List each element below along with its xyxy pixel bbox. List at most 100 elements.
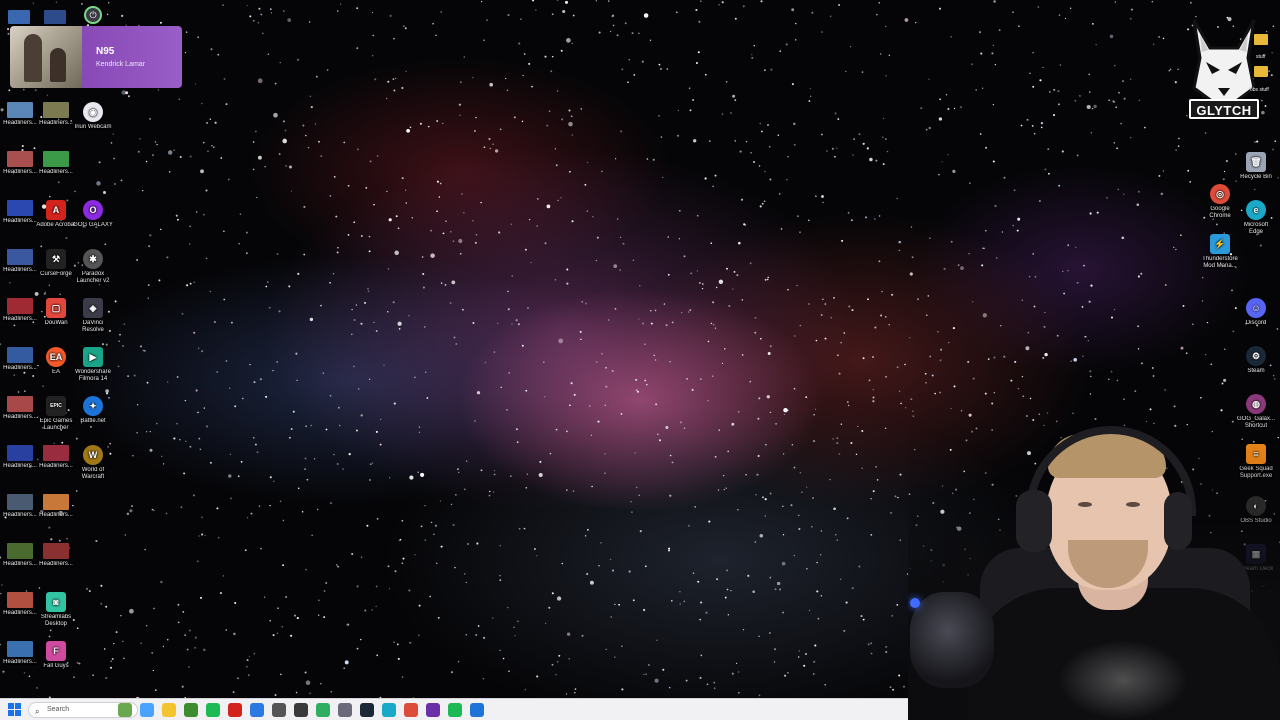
desktop-icon-label: Headliners... [3, 267, 37, 273]
power-icon[interactable]: ⏻ [84, 6, 102, 24]
desktop-icon-headliners[interactable]: Headliners... [0, 494, 40, 519]
desktop-icon-douwan[interactable]: ▢ DouWan [36, 298, 76, 327]
desktop-icon-headliners[interactable]: Headliners... [36, 102, 76, 127]
desktop-icon-headliners[interactable]: Headliners... [0, 200, 40, 225]
headliners-icon [7, 200, 33, 216]
folder-icon[interactable] [1254, 34, 1268, 45]
headliners-icon [7, 396, 33, 412]
desktop-icon-headliners[interactable]: Headliners... [0, 396, 40, 421]
desktop-icon-google-chrome[interactable]: ◎ Google Chrome [1200, 184, 1240, 220]
desktop-icon-gog-galaxy[interactable]: O GOG GALAXY [73, 200, 113, 229]
desktop-icon-streamlabs-desktop[interactable]: ◙ Streamlabs Desktop [36, 592, 76, 628]
desktop-icon-headliners[interactable]: Headliners... [36, 494, 76, 519]
desktop-icon-discord[interactable]: ☺ Discord [1236, 298, 1276, 327]
desktop-icon-headliners[interactable]: Headliners... [36, 445, 76, 470]
desktop-icon-thunderstore-mod-mana[interactable]: ⚡ Thunderstore Mod Mana... [1200, 234, 1240, 270]
desktop-icon-label: World of Warcraft [81, 467, 105, 480]
desktop-icon-headliners[interactable]: Headliners... [0, 249, 40, 274]
desktop-icon-steam[interactable]: ⚙ Steam [1236, 346, 1276, 375]
widgets-app-icon[interactable] [118, 703, 132, 717]
fall-guys-icon: F [46, 641, 66, 661]
discord-icon: ☺ [1246, 298, 1266, 318]
desktop-icon-headliners[interactable]: Headliners... [0, 298, 40, 323]
desktop-icon-headliners[interactable]: Headliners... [36, 151, 76, 176]
desktop-icon-ea[interactable]: EA EA [36, 347, 76, 376]
desktop-icon-label: Headliners... [39, 169, 73, 175]
headliners-icon [7, 249, 33, 265]
desktop-icon-label: Adobe Acrobat [36, 222, 76, 228]
track-artist: Kendrick Lamar [96, 61, 146, 68]
desktop-icon-label: DaVinci Resolve [82, 320, 104, 333]
headliners-icon [43, 543, 69, 559]
desktop-icon-headliners[interactable]: Headliners... [0, 592, 40, 617]
desktop-icon-label: GOG GALAXY [73, 222, 113, 228]
chrome-app-icon[interactable] [404, 703, 418, 717]
desktop-icon-label: Thunderstore Mod Mana... [1202, 256, 1238, 269]
douwan-icon: ▢ [46, 298, 66, 318]
spotify-app-icon[interactable] [448, 703, 462, 717]
recycle-bin-icon: 🗑 [1246, 152, 1266, 172]
desktop-icon-headliners[interactable]: Headliners... [0, 347, 40, 372]
desktop-icon-headliners[interactable]: Headliners... [0, 102, 40, 127]
desktop-icon-battle-net[interactable]: ✦ Battle.net [73, 396, 113, 425]
streamlabs-desktop-icon: ◙ [46, 592, 66, 612]
store-app-icon[interactable] [250, 703, 264, 717]
desktop-icon-headliners[interactable]: Headliners... [0, 641, 40, 666]
desktop-icon-label: Headliners... [3, 561, 37, 567]
desktop-thumb-tile[interactable] [8, 10, 30, 24]
adobe-acrobat-icon: A [46, 200, 66, 220]
desktop-icon-label: Headliners... [3, 512, 37, 518]
headliners-icon [7, 298, 33, 314]
headliners-icon [7, 347, 33, 363]
desktop-icon-fall-guys[interactable]: F Fall Guys [36, 641, 76, 670]
desktop-icon-label: Paradox Launcher v2 [76, 271, 110, 284]
windows-start-icon[interactable] [8, 703, 22, 717]
folder-obs-stuff-label[interactable]: obs stuff [1250, 87, 1269, 93]
headliners-icon [43, 151, 69, 167]
desktop-icon-headliners[interactable]: Headliners... [36, 543, 76, 568]
game-app-icon[interactable] [294, 703, 308, 717]
greenshot-app-icon[interactable] [316, 703, 330, 717]
desktop-icon-headliners[interactable]: Headliners... [0, 445, 40, 470]
minecraft-app-icon[interactable] [184, 703, 198, 717]
desktop-icon-headliners[interactable]: Headliners... [0, 151, 40, 176]
acrobat-app-icon[interactable] [228, 703, 242, 717]
desktop-thumb-tile[interactable] [44, 10, 66, 24]
epic-games-launcher-icon: EPIC [46, 396, 66, 416]
copilot-app-icon[interactable] [140, 703, 154, 717]
desktop-icon-label: Headliners... [3, 218, 37, 224]
desktop-icon-label: Headliners... [3, 365, 37, 371]
desktop-icon-label: Iriun Webcam [74, 124, 112, 130]
settings-app-icon[interactable] [272, 703, 286, 717]
curseforge-icon: ⚒ [46, 249, 66, 269]
desktop-icon-adobe-acrobat[interactable]: A Adobe Acrobat [36, 200, 76, 229]
desktop-icon-microsoft-edge[interactable]: e Microsoft Edge [1236, 200, 1276, 236]
xbox-app-icon[interactable] [206, 703, 220, 717]
headliners-icon [7, 641, 33, 657]
file-explorer-app-icon[interactable] [162, 703, 176, 717]
desktop-icon-davinci-resolve[interactable]: ◈ DaVinci Resolve [73, 298, 113, 334]
desktop-icon-iriun-webcam[interactable]: ◉ Iriun Webcam [73, 102, 113, 131]
desktop-icon-headliners[interactable]: Headliners... [0, 543, 40, 568]
obs-app-icon[interactable] [426, 703, 440, 717]
headliners-icon [7, 102, 33, 118]
desktop-icon-world-of-warcraft[interactable]: W World of Warcraft [73, 445, 113, 481]
desktop-icon-wondershare-filmora-14[interactable]: ▶ Wondershare Filmora 14 [73, 347, 113, 383]
desktop-icon-curseforge[interactable]: ⚒ CurseForge [36, 249, 76, 278]
desktop-icon-label: Streamlabs Desktop [40, 614, 72, 627]
battlenet-app-icon[interactable] [470, 703, 484, 717]
desktop-icon-epic-games-launcher[interactable]: EPIC Epic Games Launcher [36, 396, 76, 432]
desktop-icon-paradox-launcher-v2[interactable]: ✱ Paradox Launcher v2 [73, 249, 113, 285]
desktop-icon-recycle-bin[interactable]: 🗑 Recycle Bin [1236, 152, 1276, 181]
headliners-icon [43, 445, 69, 461]
desktop-icon-label: Headliners... [3, 120, 37, 126]
taskbar: ⌕ Search [0, 698, 908, 720]
folder-icon[interactable] [1254, 66, 1268, 77]
steam-app-icon[interactable] [360, 703, 374, 717]
paradox-app-icon[interactable] [338, 703, 352, 717]
now-playing-widget[interactable]: N95 Kendrick Lamar [10, 26, 182, 88]
desktop-icon-label: Headliners... [3, 169, 37, 175]
folder-stuff-label[interactable]: stuff [1256, 54, 1265, 60]
edge-app-icon[interactable] [382, 703, 396, 717]
search-icon: ⌕ [35, 707, 40, 716]
